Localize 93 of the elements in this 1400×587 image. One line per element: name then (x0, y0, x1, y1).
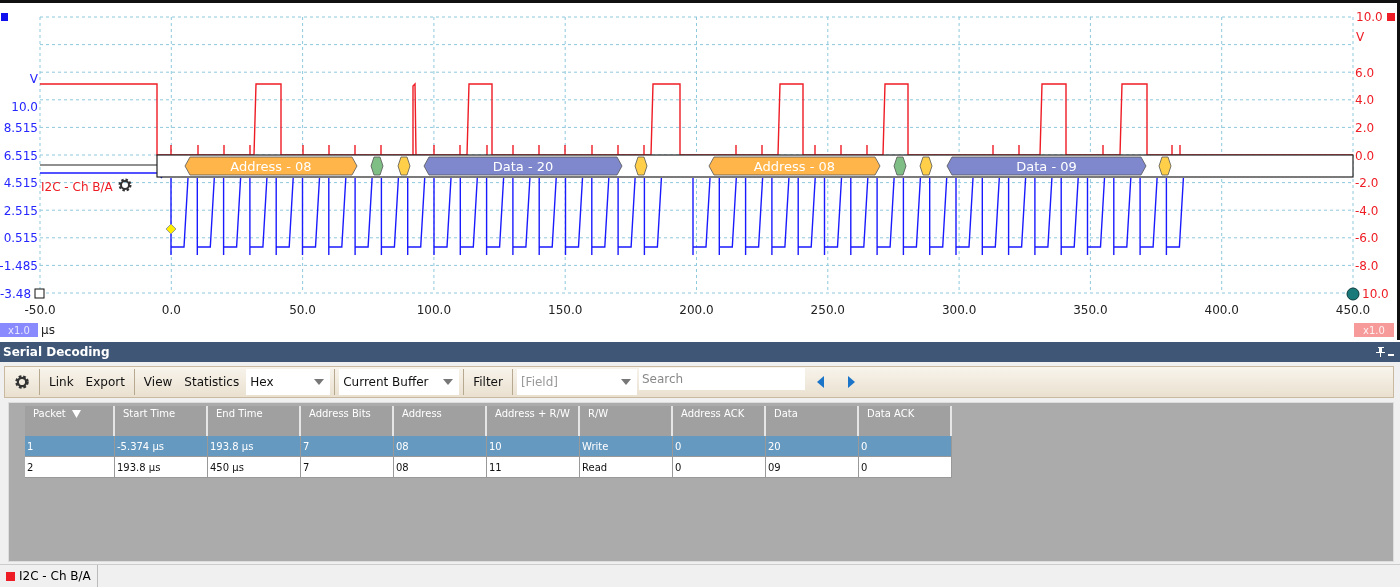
settings-icon (14, 374, 30, 390)
cursor-marker[interactable] (34, 288, 45, 299)
axis-label: -4.0 (1355, 204, 1379, 218)
axis-label: 8.515 (3, 121, 38, 135)
toolbar-button[interactable]: Statistics (179, 371, 245, 393)
column-header[interactable]: Data ACK (859, 406, 952, 436)
column-header[interactable]: Data (766, 406, 859, 436)
address-packet: Address - 08 (184, 156, 358, 176)
caret-icon (620, 379, 631, 385)
next-icon[interactable] (846, 376, 855, 388)
table-cell: 0 (859, 436, 952, 457)
table-cell: 7 (301, 436, 394, 457)
toolbar-button[interactable]: Link (44, 371, 79, 393)
table-cell: Read (580, 457, 673, 478)
column-header[interactable]: R/W (580, 406, 673, 436)
axis-label: 400.0 (1204, 303, 1239, 317)
caret-icon (443, 379, 454, 385)
format-dropdown[interactable]: Hex (246, 369, 331, 395)
data-packet: Data - 09 (946, 156, 1147, 176)
table-cell: -5.374 µs (115, 436, 208, 457)
column-header[interactable]: Address Bits (301, 406, 394, 436)
axis-unit: V (29, 72, 38, 86)
column-header[interactable]: Start Time (115, 406, 208, 436)
axis-label: -2.0 (1355, 176, 1379, 190)
axis-label: -8.0 (1355, 259, 1379, 273)
column-header[interactable]: Address + R/W (487, 406, 580, 436)
table-cell: 450 µs (208, 457, 301, 478)
table-cell: 2 (25, 457, 115, 478)
zoom-badge[interactable]: x1.0 (1354, 323, 1394, 337)
zoom-badge[interactable]: x1.0 (0, 323, 38, 337)
table-cell: 0 (673, 457, 766, 478)
axis-label: 450.0 (1335, 303, 1371, 317)
toolbar-button[interactable]: Export (80, 371, 130, 393)
column-header[interactable]: End Time (208, 406, 301, 436)
channel-marker[interactable] (1387, 13, 1395, 21)
channel-marker[interactable] (1, 13, 8, 21)
axis-unit: µs (41, 323, 55, 337)
column-header[interactable]: Address ACK (673, 406, 766, 436)
gear-icon[interactable] (118, 178, 132, 192)
axis-label: -3.48 (0, 287, 32, 301)
cursor-marker[interactable] (1346, 287, 1360, 301)
column-header[interactable]: Packet (25, 406, 115, 436)
axis-unit: V (1356, 30, 1365, 44)
caret-icon (314, 379, 325, 385)
panel-title: Serial Decoding (3, 345, 110, 359)
table-cell: 20 (766, 436, 859, 457)
square-icon (6, 571, 15, 581)
axis-label: 150.0 (548, 303, 583, 317)
search-field[interactable]: Search (638, 368, 805, 390)
axis-label: 4.0 (1355, 93, 1375, 107)
table-cell: 193.8 µs (115, 457, 208, 478)
axis-label: -50.0 (24, 303, 56, 317)
axis-label: 10.0 (1356, 10, 1383, 24)
table-cell: 0 (859, 457, 952, 478)
table-cell: 09 (766, 457, 859, 478)
axis-label: 0.0 (1355, 149, 1375, 163)
table-cell: 08 (394, 436, 487, 457)
axis-label: 6.515 (3, 149, 38, 163)
channel-label: I2C - Ch B/A (41, 180, 113, 194)
axis-label: -1.485 (0, 259, 38, 273)
axis-label: 350.0 (1073, 303, 1108, 317)
pin-icon[interactable] (1376, 347, 1394, 357)
axis-label: 10.0 (1362, 287, 1389, 301)
axis-label: 200.0 (679, 303, 714, 317)
axis-label: -6.0 (1355, 231, 1379, 245)
table-cell: 08 (394, 457, 487, 478)
address-packet: Address - 08 (708, 156, 881, 176)
filter-button[interactable]: Filter (468, 371, 508, 393)
axis-label: 50.0 (289, 303, 316, 317)
table-cell: 1 (25, 436, 115, 457)
axis-label: 250.0 (810, 303, 845, 317)
table-cell: 10 (487, 436, 580, 457)
table-cell: 0 (673, 436, 766, 457)
buffer-dropdown[interactable]: Current Buffer (339, 369, 460, 395)
axis-label: 100.0 (416, 303, 452, 317)
table-cell: Write (580, 436, 673, 457)
field-dropdown[interactable]: [Field] (516, 369, 637, 395)
axis-label: 0.515 (3, 231, 38, 245)
previous-icon[interactable] (816, 376, 825, 388)
axis-label: 4.515 (3, 176, 38, 190)
axis-label: 2.0 (1355, 121, 1375, 135)
data-packet: Data - 20 (423, 156, 623, 176)
toolbar-button[interactable]: View (138, 371, 178, 393)
axis-label: 6.0 (1355, 66, 1375, 80)
column-header[interactable]: Address (394, 406, 487, 436)
table-cell: 11 (487, 457, 580, 478)
axis-label: 300.0 (941, 303, 977, 317)
table-cell: 193.8 µs (208, 436, 301, 457)
axis-label: 10.0 (11, 100, 38, 114)
trigger-marker[interactable] (165, 223, 177, 235)
axis-label: 2.515 (3, 204, 38, 218)
axis-label: 0.0 (161, 303, 181, 317)
table-cell: 7 (301, 457, 394, 478)
